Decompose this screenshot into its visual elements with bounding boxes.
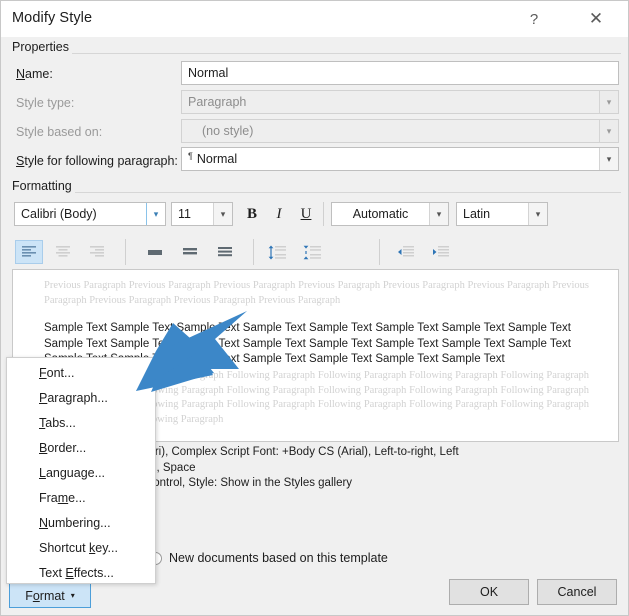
formatting-group-label: Formatting [9, 179, 75, 193]
chevron-down-icon[interactable]: ▾ [599, 120, 618, 142]
style-based-on-dropdown[interactable]: (no style) ▾ [181, 119, 619, 143]
toolbar-divider [253, 239, 254, 265]
name-label: Name: [16, 67, 53, 81]
preview-previous-paragraph: Previous Paragraph Previous Paragraph Pr… [44, 279, 589, 308]
font-size-value: 11 [172, 207, 213, 221]
font-family-dropdown[interactable]: Calibri (Body) ▾ [14, 202, 166, 226]
modify-style-dialog: Modify Style ? ✕ Properties Name: Normal… [0, 0, 629, 616]
title-bar: Modify Style ? ✕ [1, 1, 629, 37]
menu-item-font[interactable]: Font... [7, 360, 155, 385]
chevron-down-icon[interactable]: ▾ [528, 203, 547, 225]
chevron-down-icon[interactable]: ▾ [599, 91, 618, 113]
menu-item-label: Numbering... [39, 516, 111, 530]
page-title: Modify Style [12, 10, 92, 26]
style-based-on-value: (no style) [182, 124, 599, 138]
increase-space-after-button[interactable] [298, 240, 326, 264]
toolbar-divider [379, 239, 380, 265]
menu-item-tabs[interactable]: Tabs... [7, 410, 155, 435]
name-input-value: Normal [188, 66, 228, 80]
single-spacing-button[interactable] [141, 240, 169, 264]
toolbar-divider [125, 239, 126, 265]
style-type-dropdown[interactable]: Paragraph ▾ [181, 90, 619, 114]
style-based-on-label: Style based on: [16, 125, 102, 139]
decrease-indent-button[interactable] [391, 240, 419, 264]
font-size-dropdown[interactable]: 11 ▾ [171, 202, 233, 226]
menu-item-language[interactable]: Language... [7, 460, 155, 485]
align-left-button[interactable] [15, 240, 43, 264]
cancel-button[interactable]: Cancel [537, 579, 617, 605]
space-before-icon [267, 245, 287, 260]
menu-item-numbering[interactable]: Numbering... [7, 510, 155, 535]
new-documents-radio-label: New documents based on this template [169, 551, 388, 565]
properties-group-divider [9, 53, 621, 54]
menu-item-label: Text Effects... [39, 566, 114, 580]
underline-button[interactable]: U [293, 202, 319, 226]
pilcrow-icon: ¶ [188, 151, 193, 161]
align-center-icon [55, 245, 71, 259]
line-spacing-single-icon [146, 245, 164, 259]
style-type-value: Paragraph [182, 95, 599, 109]
format-dropdown-menu[interactable]: Font... Paragraph... Tabs... Border... L… [6, 357, 156, 584]
style-for-following-paragraph-label: Style for following paragraph: [16, 154, 178, 168]
name-input[interactable]: Normal [181, 61, 619, 85]
chevron-down-icon[interactable]: ▾ [429, 203, 448, 225]
properties-group-label: Properties [9, 40, 72, 54]
ok-button[interactable]: OK [449, 579, 529, 605]
style-for-following-paragraph-value: Normal [195, 152, 599, 166]
bold-button[interactable]: B [239, 202, 265, 226]
chevron-down-icon[interactable]: ▾ [146, 203, 165, 225]
menu-item-paragraph[interactable]: Paragraph... [7, 385, 155, 410]
menu-item-label: Shortcut key... [39, 541, 118, 555]
menu-item-text-effects[interactable]: Text Effects... [7, 560, 155, 585]
toolbar-divider [323, 202, 324, 226]
format-button[interactable]: Format ▾ [9, 583, 91, 608]
close-icon[interactable]: ✕ [574, 1, 618, 37]
help-icon[interactable]: ? [512, 1, 556, 37]
menu-item-label: Frame... [39, 491, 86, 505]
menu-item-frame[interactable]: Frame... [7, 485, 155, 510]
decrease-indent-icon [395, 245, 415, 259]
space-after-icon [302, 245, 322, 260]
italic-button[interactable]: I [266, 202, 292, 226]
decrease-space-before-button[interactable] [263, 240, 291, 264]
font-family-value: Calibri (Body) [15, 207, 146, 221]
double-spacing-button[interactable] [211, 240, 239, 264]
formatting-group-divider [9, 192, 621, 193]
menu-item-shortcut-key[interactable]: Shortcut key... [7, 535, 155, 560]
font-color-value: Automatic [332, 207, 429, 221]
menu-item-label: Paragraph... [39, 391, 108, 405]
chevron-down-icon[interactable]: ▾ [213, 203, 232, 225]
one-point-five-spacing-button[interactable] [176, 240, 204, 264]
increase-indent-icon [430, 245, 450, 259]
script-value: Latin [457, 207, 528, 221]
align-right-icon [89, 245, 105, 259]
script-dropdown[interactable]: Latin ▾ [456, 202, 548, 226]
increase-indent-button[interactable] [426, 240, 454, 264]
style-type-label: Style type: [16, 96, 74, 110]
align-left-icon [21, 245, 37, 259]
menu-item-border[interactable]: Border... [7, 435, 155, 460]
menu-item-label: Language... [39, 466, 105, 480]
chevron-down-icon[interactable]: ▾ [599, 148, 618, 170]
menu-item-label: Border... [39, 441, 86, 455]
line-spacing-1-5-icon [181, 245, 199, 259]
font-color-dropdown[interactable]: Automatic ▾ [331, 202, 449, 226]
format-button-label: Format [25, 589, 65, 603]
align-center-button[interactable] [49, 240, 77, 264]
caret-down-icon: ▾ [71, 591, 75, 600]
new-documents-radio[interactable]: New documents based on this template [149, 551, 388, 565]
menu-item-label: Font... [39, 366, 74, 380]
line-spacing-double-icon [216, 245, 234, 259]
align-right-button[interactable] [83, 240, 111, 264]
menu-item-label: Tabs... [39, 416, 76, 430]
style-for-following-paragraph-dropdown[interactable]: ¶ Normal ▾ [181, 147, 619, 171]
